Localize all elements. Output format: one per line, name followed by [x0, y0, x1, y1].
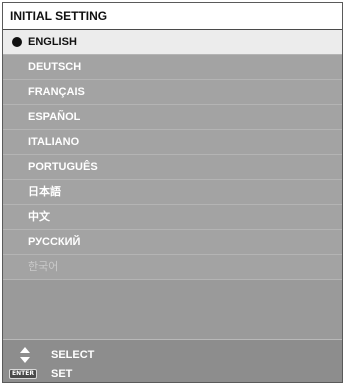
language-label: DEUTSCH [28, 61, 82, 73]
language-item-italiano[interactable]: ITALIANO [3, 130, 342, 155]
language-label: 中文 [28, 211, 50, 223]
language-item-korean: 한국어 [3, 255, 342, 280]
language-item-portugues[interactable]: PORTUGUÊS [3, 155, 342, 180]
select-hint: SELECT [3, 345, 342, 365]
language-label: ENGLISH [28, 36, 77, 48]
language-item-deutsch[interactable]: DEUTSCH [3, 55, 342, 80]
language-label: FRANÇAIS [28, 86, 85, 98]
language-item-english[interactable]: ENGLISH [3, 30, 342, 55]
language-label: 한국어 [28, 261, 59, 273]
select-label: SELECT [51, 349, 95, 361]
set-hint: ENTER SET [3, 364, 342, 384]
dialog-title: INITIAL SETTING [3, 3, 342, 30]
language-item-espanol[interactable]: ESPAÑOL [3, 105, 342, 130]
up-down-arrows-icon [20, 347, 30, 363]
language-item-russian[interactable]: РУССКИЙ [3, 230, 342, 255]
language-list: ENGLISH DEUTSCH FRANÇAIS ESPAÑOL ITALIAN… [3, 30, 342, 280]
language-label: ESPAÑOL [28, 111, 81, 123]
footer-help-bar: SELECT ENTER SET [3, 339, 342, 382]
selected-dot-icon [12, 37, 22, 47]
language-label: 日本語 [28, 186, 61, 198]
language-item-chinese[interactable]: 中文 [3, 205, 342, 230]
language-item-francais[interactable]: FRANÇAIS [3, 80, 342, 105]
language-label: РУССКИЙ [28, 236, 81, 248]
language-label: ITALIANO [28, 136, 80, 148]
language-item-japanese[interactable]: 日本語 [3, 180, 342, 205]
set-label: SET [51, 368, 73, 380]
initial-setting-dialog: INITIAL SETTING ENGLISH DEUTSCH FRANÇAIS… [2, 2, 343, 383]
enter-key-icon: ENTER [9, 369, 37, 379]
language-label: PORTUGUÊS [28, 161, 98, 173]
empty-list-area [3, 280, 342, 338]
